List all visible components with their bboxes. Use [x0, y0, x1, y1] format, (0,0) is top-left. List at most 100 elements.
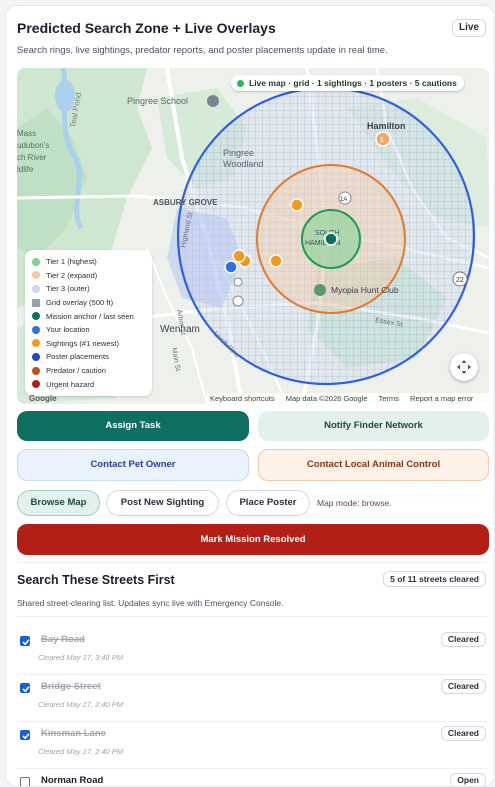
legend-swatch	[32, 312, 40, 321]
live-badge: Live	[451, 19, 486, 37]
map-label-myopia: Myopia Hunt Club	[331, 285, 399, 295]
street-checkbox[interactable]	[20, 636, 30, 646]
map-label-audubon-4: ldlife	[17, 165, 34, 174]
legend-item: Mission anchor / last seen	[32, 309, 152, 323]
street-checkbox[interactable]	[20, 730, 30, 740]
map-mode-text: Map mode: browse.	[317, 498, 392, 508]
map-label-asbury-grove: ASBURY GROVE	[153, 198, 218, 207]
contact-pet-owner-button[interactable]: Contact Pet Owner	[17, 449, 249, 481]
map-footer: Keyboard shortcuts Map data ©2026 Google…	[207, 393, 489, 404]
caution-marker[interactable]	[290, 198, 304, 212]
map-label-audubon-1: Mass	[17, 129, 36, 138]
move-arrows-icon	[457, 360, 471, 374]
legend-item: Tier 3 (outer)	[32, 282, 152, 296]
street-row: Norman Road Open	[6, 773, 494, 786]
street-checkbox[interactable]	[20, 683, 30, 693]
route-1a-shield: 1A	[340, 197, 347, 203]
contact-animal-control-button[interactable]: Contact Local Animal Control	[258, 449, 489, 481]
row-divider	[17, 721, 487, 722]
section-divider	[17, 616, 487, 617]
street-cleared-time: Cleared May 17, 2:40 PM	[38, 700, 124, 709]
legend-label: Urgent hazard	[46, 379, 95, 389]
street-row: Bay Road Cleared May 17, 3:48 PM Cleared	[6, 632, 494, 680]
section-divider	[17, 562, 487, 563]
legend-item: Tier 2 (expand)	[32, 269, 152, 283]
map-label-pingree-woodland: Pingree	[223, 148, 254, 158]
legend-swatch	[32, 298, 40, 307]
caution-marker[interactable]	[232, 249, 246, 263]
live-dot-icon	[237, 80, 244, 87]
streets-section-title: Search These Streets First	[17, 573, 175, 587]
street-row: Bridge Street Cleared May 17, 2:40 PM Clea…	[6, 679, 494, 727]
legend-item: Your location	[32, 323, 152, 337]
report-map-error-link[interactable]: Report a map error	[410, 394, 473, 403]
map-label-audubon-3: ch River	[17, 153, 47, 162]
legend-swatch	[32, 284, 40, 293]
post-sighting-button[interactable]: Post New Sighting	[106, 490, 219, 516]
caution-marker[interactable]	[269, 254, 283, 268]
legend-label: Your location	[46, 325, 90, 335]
legend-label: Predator / caution	[46, 366, 106, 376]
legend-item: Sightings (#1 newest)	[32, 337, 152, 351]
legend-swatch	[32, 325, 40, 334]
search-map[interactable]: Pingree School Pingree Woodland Hamilton…	[17, 68, 489, 404]
notify-finder-network-button[interactable]: Notify Finder Network	[258, 411, 489, 441]
checkmark-icon	[22, 639, 30, 646]
street-status-badge: Cleared	[440, 726, 486, 741]
legend-label: Mission anchor / last seen	[46, 311, 134, 321]
row-divider	[17, 768, 487, 769]
legend-label: Poster placements	[46, 352, 109, 362]
map-data-attribution: Map data ©2026 Google	[285, 394, 368, 403]
streets-section-subtitle: Shared street-clearing list. Updates syn…	[17, 598, 284, 608]
street-row: Kinsman Lane Cleared May 17, 2:40 PM Clear…	[6, 726, 494, 774]
legend-item: Tier 1 (highest)	[32, 255, 152, 269]
map-label-pingree-school: Pingree School	[127, 96, 188, 106]
search-zone-card: Predicted Search Zone + Live Overlays Li…	[5, 5, 495, 787]
sighting-marker-number: 1	[380, 137, 384, 144]
street-name: Norman Road	[41, 775, 104, 786]
checkmark-icon	[22, 733, 30, 740]
street-checkbox[interactable]	[20, 777, 30, 786]
map-pan-control[interactable]	[450, 353, 478, 381]
your-location-marker[interactable]	[224, 260, 238, 274]
mark-mission-resolved-button[interactable]: Mark Mission Resolved	[17, 524, 489, 555]
streets-cleared-badge: 5 of 11 streets cleared	[383, 571, 486, 587]
map-status-text: Live map · grid · 1 sightings · 1 poster…	[249, 78, 457, 88]
legend-item: Predator / caution	[32, 364, 152, 378]
map-label-audubon-2: udubon's	[17, 141, 49, 150]
mission-anchor-marker[interactable]	[324, 232, 338, 246]
legend-swatch	[32, 339, 40, 348]
legend-label: Tier 1 (highest)	[46, 257, 97, 267]
legend-swatch	[32, 271, 40, 280]
assign-task-button[interactable]: Assign Task	[17, 411, 249, 441]
street-status-badge: Cleared	[440, 679, 486, 694]
legend-item: Poster placements	[32, 350, 152, 364]
legend-label: Tier 2 (expand)	[46, 270, 98, 280]
page-title: Predicted Search Zone + Live Overlays	[17, 20, 276, 36]
legend-swatch	[32, 366, 40, 375]
map-legend: Tier 1 (highest) Tier 2 (expand) Tier 3 (o…	[25, 250, 152, 396]
legend-label: Tier 3 (outer)	[46, 284, 90, 294]
place-poster-button[interactable]: Place Poster	[226, 490, 310, 516]
keyboard-shortcuts-link[interactable]: Keyboard shortcuts	[210, 394, 275, 403]
terms-link[interactable]: Terms	[379, 394, 399, 403]
legend-item: Grid overlay (500 ft)	[32, 296, 152, 310]
street-status-badge: Cleared	[440, 632, 486, 647]
legend-label: Grid overlay (500 ft)	[46, 298, 114, 308]
row-divider	[17, 674, 487, 675]
page-subtitle: Search rings, live sightings, predator r…	[17, 45, 388, 56]
browse-map-button[interactable]: Browse Map	[17, 490, 100, 516]
map-label-hamilton: Hamilton	[367, 121, 406, 131]
route-22-shield: 22	[456, 277, 464, 284]
legend-item: Urgent hazard	[32, 377, 152, 391]
legend-label: Sightings (#1 newest)	[46, 338, 120, 348]
legend-swatch	[32, 352, 40, 361]
google-logo: Google	[29, 394, 57, 403]
legend-swatch	[32, 257, 40, 266]
legend-swatch	[32, 380, 40, 389]
map-label-woodland: Woodland	[223, 159, 263, 169]
street-cleared-time: Cleared May 17, 2:40 PM	[38, 747, 124, 756]
street-name: Bay Road	[41, 634, 85, 645]
street-cleared-time: Cleared May 17, 3:48 PM	[38, 653, 124, 662]
checkmark-icon	[22, 686, 30, 693]
